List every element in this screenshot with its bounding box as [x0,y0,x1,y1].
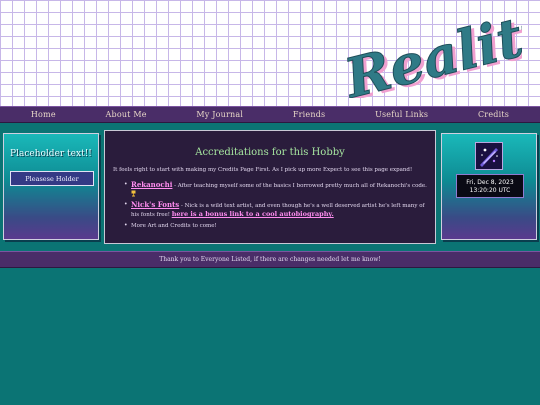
page-title: Accreditations for this Hobby [195,147,345,158]
intro-text: It feels right to start with making my C… [113,167,413,173]
nav-my-journal[interactable]: My Journal [196,110,243,119]
reality-logo: Reality Reality [342,12,522,98]
footer: Thank you to Everyone Listed, if there a… [0,251,540,268]
credit-description: - After teaching myself some of the basi… [172,183,427,189]
clock-time: 13:20:20 UTC [469,187,511,194]
nav-about-me[interactable]: About Me [106,110,147,119]
header-banner: Reality Reality [0,0,540,106]
nav-credits[interactable]: Credits [478,110,509,119]
sparkle-blade-icon [476,143,502,169]
sidebar-title: Placeholder text!! [10,149,92,159]
nav-home[interactable]: Home [31,110,56,119]
list-item: More Art and Credits to come! [124,222,429,230]
placeholder-button[interactable]: Pleasese Holder [10,171,94,186]
list-item: Nick's Fonts - Nick is a wild text artis… [124,200,429,219]
bonus-autobiography-link[interactable]: here is a bonus link to a cool autobiogr… [172,210,334,218]
credits-list: Rekanochi - After teaching myself some o… [124,180,429,233]
nav-useful-links[interactable]: Useful Links [375,110,428,119]
main-content: Accreditations for this Hobby It feels r… [104,130,436,244]
clock-widget: Fri, Dec 8, 2023 13:20:20 UTC [456,174,524,198]
svg-text:Reality: Reality [342,12,522,98]
clock-date: Fri, Dec 8, 2023 [466,179,514,186]
trophy-icon [131,190,136,197]
right-sidebar: Fri, Dec 8, 2023 13:20:20 UTC [441,133,537,240]
left-sidebar: Placeholder text!! Pleasese Holder [3,133,99,240]
credit-description: More Art and Credits to come! [131,223,217,229]
nav-friends[interactable]: Friends [293,110,325,119]
nicks-fonts-link[interactable]: Nick's Fonts [131,200,179,209]
rekanochi-link[interactable]: Rekanochi [131,180,172,189]
top-navigation: Home About Me My Journal Friends Useful … [0,106,540,123]
list-item: Rekanochi - After teaching myself some o… [124,180,429,198]
avatar [475,142,503,170]
